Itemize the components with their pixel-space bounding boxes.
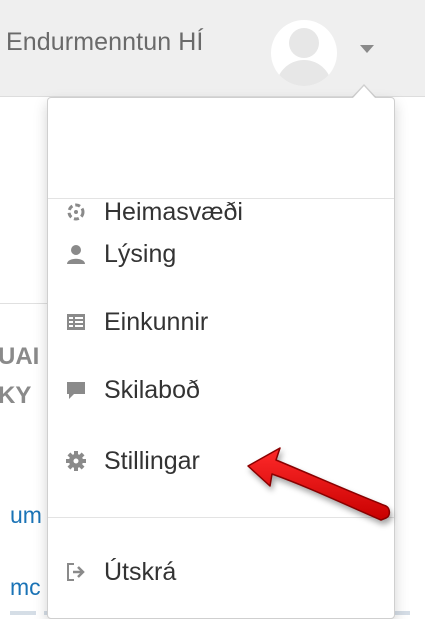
menu-item-messages[interactable]: Skilaboð: [48, 364, 394, 416]
message-bubble-icon: [65, 379, 87, 401]
background-link-2[interactable]: mc: [10, 574, 41, 601]
background-heading-line-2: KY: [0, 382, 32, 409]
menu-divider: [48, 198, 394, 199]
top-navbar: Endurmenntun HÍ: [0, 0, 425, 97]
menu-item-label: Lýsing: [104, 239, 177, 268]
user-dropdown-menu: Heimasvæði Lýsing Einkunnir Skilaboð Sti…: [47, 97, 395, 619]
background-link-1[interactable]: um: [10, 502, 42, 529]
avatar[interactable]: [271, 20, 337, 86]
menu-item-label: Skilaboð: [104, 375, 200, 404]
avatar-head-shape: [289, 28, 319, 58]
menu-item-profile[interactable]: Lýsing: [48, 228, 394, 280]
avatar-body-shape: [276, 60, 332, 86]
menu-item-label: Útskrá: [104, 557, 177, 586]
menu-item-logout[interactable]: Útskrá: [48, 546, 394, 598]
annotation-arrow-icon: [247, 447, 391, 521]
menu-item-label: Stillingar: [104, 446, 200, 475]
user-name-toggle[interactable]: Endurmenntun HÍ: [6, 28, 203, 57]
gear-icon: [65, 450, 87, 472]
logout-icon: [65, 561, 87, 583]
chevron-down-icon[interactable]: [360, 45, 374, 53]
user-icon: [65, 243, 87, 265]
dashboard-icon: [65, 201, 87, 223]
menu-item-grades[interactable]: Einkunnir: [48, 296, 394, 348]
screenshot-stage: UAI KY um mc Endurmenntun HÍ Heimasvæði: [0, 0, 425, 619]
menu-item-label: Heimasvæði: [104, 197, 243, 226]
grades-table-icon: [65, 311, 87, 333]
background-heading-line-1: UAI: [0, 343, 40, 370]
menu-pointer-fill: [352, 86, 376, 99]
menu-item-label: Einkunnir: [104, 307, 209, 336]
